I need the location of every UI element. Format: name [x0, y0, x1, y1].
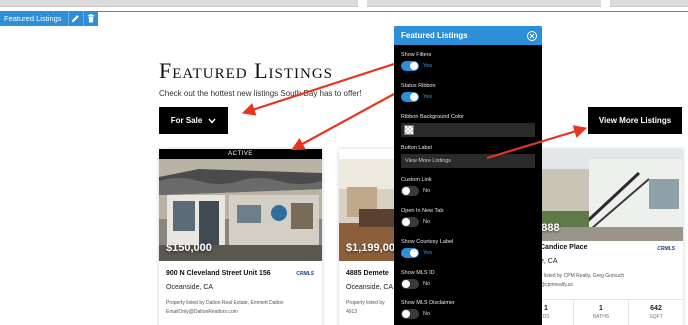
- status-ribbon-toggle[interactable]: [401, 92, 419, 102]
- setting-label: Button Label: [401, 145, 432, 151]
- courtesy-email: 4913: [346, 309, 358, 315]
- courtesy-label: Property listed by Dalton Real Estate, E…: [166, 300, 284, 306]
- status-ribbon: ACTIVE: [159, 149, 322, 159]
- annotation-arrow: [291, 93, 395, 151]
- map-thumbnail: [0, 0, 358, 7]
- mls-logo: CRMLS: [657, 246, 675, 252]
- courtesy-label: Property listed by: [346, 300, 385, 306]
- listing-stats: 1 DS 1 BATHS 642 SQFT: [519, 299, 683, 325]
- setting-show-filters: Show Filters Yes: [401, 52, 535, 71]
- courtesy-label-toggle[interactable]: [401, 248, 419, 258]
- courtesy-email: EmailOnly@DaltonRealtors.com: [166, 309, 238, 315]
- listing-card[interactable]: 99,888 Candice Place e, CA CRMLS y liste…: [519, 149, 683, 325]
- panel-title: Featured Listings: [401, 31, 468, 40]
- toggle-value: Yes: [423, 250, 432, 256]
- listing-city: Oceanside, CA: [346, 284, 394, 291]
- listing-address[interactable]: 4885 Demete: [346, 270, 389, 277]
- widget-edit-bar: Featured Listings: [0, 11, 98, 26]
- pencil-icon[interactable]: [67, 11, 83, 26]
- close-icon[interactable]: [527, 30, 537, 41]
- setting-label: Ribbon Background Color: [401, 114, 464, 120]
- chevron-down-icon: [208, 118, 216, 124]
- stat-sqft: 642 SQFT: [649, 305, 663, 320]
- widget-label[interactable]: Featured Listings: [0, 11, 68, 26]
- listing-city: e, CA: [540, 258, 558, 265]
- setting-mls-id: Show MLS ID No: [401, 270, 535, 289]
- transparent-swatch: [404, 125, 414, 135]
- listing-address[interactable]: 900 N Cleveland Street Unit 156: [166, 270, 271, 277]
- listing-city: Oceanside, CA: [166, 284, 214, 291]
- listing-card[interactable]: ACTIVE $150,000 900 N Cleveland Street U…: [159, 149, 322, 325]
- setting-label: Show MLS ID: [401, 270, 435, 276]
- for-sale-label: For Sale: [170, 116, 203, 125]
- section-title: Featured Listings: [159, 58, 334, 83]
- stat-baths: 1 BATHS: [574, 300, 629, 325]
- mls-disclaimer-toggle[interactable]: [401, 309, 419, 319]
- setting-label: Custom Link: [401, 177, 432, 183]
- ribbon-color-picker[interactable]: [401, 123, 535, 137]
- setting-label: Status Ribbon: [401, 83, 436, 89]
- setting-courtesy-label: Show Courtesy Label Yes: [401, 239, 535, 258]
- toggle-value: No: [423, 281, 431, 287]
- toggle-value: No: [423, 188, 431, 194]
- page: Featured Listings Featured Listings Chec…: [0, 0, 688, 325]
- map-thumbnail: [610, 0, 688, 7]
- show-filters-toggle[interactable]: [401, 61, 419, 71]
- setting-open-new-tab: Open In New Tab No: [401, 208, 535, 227]
- setting-label: Show Courtesy Label: [401, 239, 454, 245]
- courtesy-label: y listed by CPM Realty, Greg Gorsuch: [540, 273, 625, 279]
- setting-mls-disclaimer: Show MLS Disclaimer No: [401, 300, 535, 319]
- listing-photo: $150,000: [159, 159, 322, 261]
- setting-custom-link: Custom Link No: [401, 177, 535, 196]
- panel-header: Featured Listings: [394, 26, 542, 45]
- toggle-value: No: [423, 311, 431, 317]
- setting-label: Show Filters: [401, 52, 432, 58]
- toggle-value: Yes: [423, 94, 432, 100]
- setting-label: Open In New Tab: [401, 208, 444, 214]
- open-new-tab-toggle[interactable]: [401, 217, 419, 227]
- section-subtitle: Check out the hottest new listings South…: [159, 89, 362, 98]
- button-label-input[interactable]: View More Listings: [401, 154, 535, 168]
- selection-outline: [0, 11, 688, 12]
- map-thumbnail: [367, 0, 601, 7]
- view-more-listings-button[interactable]: View More Listings: [588, 107, 682, 134]
- toggle-value: Yes: [423, 63, 432, 69]
- setting-button-label: Button Label View More Listings: [401, 145, 535, 168]
- toggle-value: No: [423, 219, 431, 225]
- listing-address[interactable]: Candice Place: [540, 244, 587, 251]
- setting-label: Show MLS Disclaimer: [401, 300, 455, 306]
- listing-price: $150,000: [166, 242, 212, 254]
- mls-logo: CRMLS: [296, 271, 314, 277]
- custom-link-toggle[interactable]: [401, 186, 419, 196]
- setting-status-ribbon: Status Ribbon Yes: [401, 83, 535, 102]
- for-sale-dropdown[interactable]: For Sale: [159, 107, 228, 134]
- setting-ribbon-background: Ribbon Background Color: [401, 114, 535, 137]
- listing-price: $1,199,000: [346, 242, 402, 254]
- mls-id-toggle[interactable]: [401, 279, 419, 289]
- trash-icon[interactable]: [82, 11, 98, 26]
- listing-photo: 99,888: [519, 149, 683, 241]
- featured-listings-settings-panel: Featured Listings Show Filters Yes Statu…: [394, 26, 542, 325]
- map-strip: [0, 0, 688, 7]
- courtesy-email: @cpmrealty.us: [540, 282, 574, 288]
